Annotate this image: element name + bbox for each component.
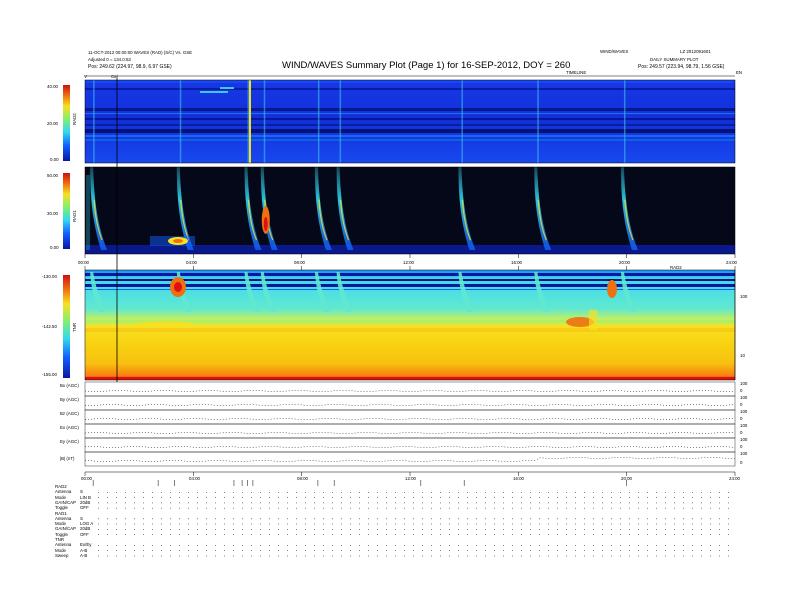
line-panel-box-2	[84, 409, 736, 425]
line-panel-trace-3	[84, 432, 736, 434]
line-panel-box-0	[84, 381, 736, 397]
line-panel-trace-0	[84, 390, 736, 392]
hour-tick-marks	[84, 254, 736, 270]
rad2-burst-8	[623, 80, 626, 163]
bottom-tick-marks	[84, 472, 736, 486]
tnr-panel	[85, 270, 735, 380]
line-panel-trace-4	[84, 446, 736, 448]
rad1-colorbar	[63, 173, 70, 249]
tnr-colorbar	[63, 275, 70, 378]
rad2-burst-2	[247, 80, 249, 163]
rad2-burst-3	[263, 80, 266, 163]
rad2-burst-5	[339, 80, 342, 163]
line-panel-trace-1	[84, 404, 736, 406]
rad1-panel	[85, 167, 735, 254]
line-panel-box-1	[84, 395, 736, 411]
rad2-panel	[85, 80, 735, 163]
line-panel-trace-5	[84, 457, 736, 462]
line-panel-box-3	[84, 423, 736, 439]
line-panel-box-4	[84, 437, 736, 453]
rad1-intense-core	[263, 217, 268, 231]
rad2-colorbar	[63, 85, 70, 161]
status-dots	[98, 492, 729, 557]
line-panels	[84, 381, 736, 467]
line-panel-box-5	[84, 451, 736, 467]
rad2-burst-7	[537, 80, 539, 163]
rad2-burst-4	[317, 80, 320, 163]
spectrogram-figure	[63, 75, 736, 557]
rad2-burst-0	[93, 80, 95, 163]
rad2-bright-line	[249, 80, 251, 163]
rad2-burst-6	[461, 80, 463, 163]
rad2-burst-1	[179, 80, 182, 163]
line-panel-trace-2	[84, 418, 736, 420]
